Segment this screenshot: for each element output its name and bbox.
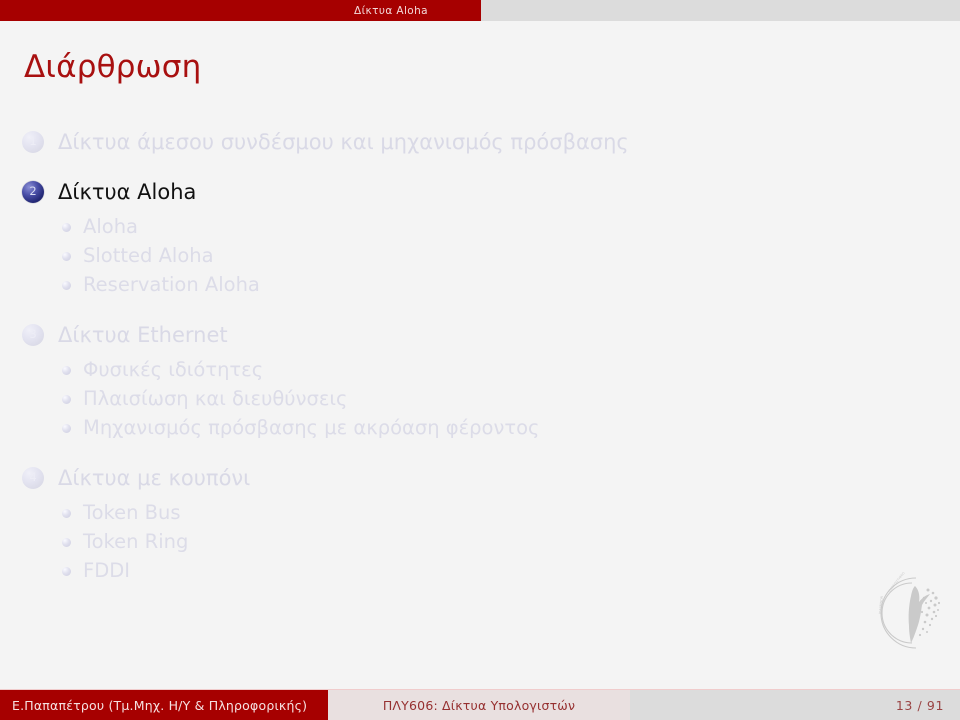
slide-body: Διάρθρωση 1 Δίκτυα άμεσου συνδέσμου και … xyxy=(0,21,960,690)
toc-subsection-label: Aloha xyxy=(83,215,138,238)
toc-subsection[interactable]: Μηχανισμός πρόσβασης με ακρόαση φέροντος xyxy=(62,414,880,442)
svg-text:ΠΑΝΕΠΙΣΤΗΜΙΟ: ΠΑΝΕΠΙΣΤΗΜΙΟ xyxy=(888,571,906,593)
toc-section-label: Δίκτυα Aloha xyxy=(58,180,197,204)
header-tab-inactive[interactable] xyxy=(0,0,301,21)
page-title: Διάρθρωση xyxy=(24,49,202,85)
toc-subsection[interactable]: Πλαισίωση και διευθύνσεις xyxy=(62,385,880,413)
toc-spacer xyxy=(0,443,880,465)
toc-subsection-label: Φυσικές ιδιότητες xyxy=(83,358,264,381)
toc-subsection-label: FDDI xyxy=(83,559,130,582)
toc-subsection-label: Token Bus xyxy=(83,501,181,524)
footer-page-number: 13 / 91 xyxy=(630,690,960,720)
footer-author: Ε.Παπαπέτρου (Τμ.Μηχ. Η/Υ & Πληροφορικής… xyxy=(0,690,328,720)
bullet-dot-icon xyxy=(62,223,71,232)
bullet-dot-icon xyxy=(62,538,71,547)
header-navigation-bar: Δίκτυα Aloha xyxy=(0,0,960,21)
bullet-dot-icon xyxy=(62,281,71,290)
footer-bar: Ε.Παπαπέτρου (Τμ.Μηχ. Η/Υ & Πληροφορικής… xyxy=(0,690,960,720)
toc-subsection-label: Μηχανισμός πρόσβασης με ακρόαση φέροντος xyxy=(83,416,540,439)
bullet-dot-icon xyxy=(62,509,71,518)
toc-subsection[interactable]: Φυσικές ιδιότητες xyxy=(62,356,880,384)
toc-section-3[interactable]: 3 Δίκτυα Ethernet xyxy=(0,322,880,348)
bullet-dot-icon xyxy=(62,567,71,576)
toc-subsection[interactable]: Aloha xyxy=(62,213,880,241)
toc-subsection-label: Slotted Aloha xyxy=(83,244,214,267)
toc-subsection-label: Token Ring xyxy=(83,530,189,553)
bullet-dot-icon xyxy=(62,395,71,404)
toc-section-label: Δίκτυα άμεσου συνδέσμου και μηχανισμός π… xyxy=(58,130,629,154)
toc-section-label: Δίκτυα με κουπόνι xyxy=(58,466,251,490)
toc-subsection[interactable]: FDDI xyxy=(62,557,880,585)
university-seal-logo: ΠΑΝΕΠΙΣΤΗΜΙΟ ΙΩΑΝΝΙΝΩΝ xyxy=(872,570,948,656)
bullet-dot-icon xyxy=(62,252,71,261)
header-bar-filler xyxy=(481,0,960,21)
toc-section-number-icon: 2 xyxy=(22,181,44,203)
header-tab-active[interactable]: Δίκτυα Aloha xyxy=(301,0,481,21)
toc-section-1[interactable]: 1 Δίκτυα άμεσου συνδέσμου και μηχανισμός… xyxy=(0,129,880,155)
toc-spacer xyxy=(0,157,880,179)
toc-section-2[interactable]: 2 Δίκτυα Aloha xyxy=(0,179,880,205)
bullet-dot-icon xyxy=(62,424,71,433)
table-of-contents: 1 Δίκτυα άμεσου συνδέσμου και μηχανισμός… xyxy=(0,129,880,586)
toc-section-number-icon: 1 xyxy=(22,131,44,153)
toc-subsection-label: Πλαισίωση και διευθύνσεις xyxy=(83,387,348,410)
toc-subsection[interactable]: Reservation Aloha xyxy=(62,271,880,299)
toc-spacer xyxy=(0,300,880,322)
toc-section-4[interactable]: 4 Δίκτυα με κουπόνι xyxy=(0,465,880,491)
toc-subsection[interactable]: Slotted Aloha xyxy=(62,242,880,270)
toc-subsection[interactable]: Token Bus xyxy=(62,499,880,527)
toc-section-label: Δίκτυα Ethernet xyxy=(58,323,228,347)
toc-section-number-icon: 4 xyxy=(22,467,44,489)
bullet-dot-icon xyxy=(62,366,71,375)
toc-section-number-icon: 3 xyxy=(22,324,44,346)
footer-course-title: ΠΛΥ606: Δίκτυα Υπολογιστών xyxy=(328,690,630,720)
toc-subsection[interactable]: Token Ring xyxy=(62,528,880,556)
toc-subsection-label: Reservation Aloha xyxy=(83,273,260,296)
